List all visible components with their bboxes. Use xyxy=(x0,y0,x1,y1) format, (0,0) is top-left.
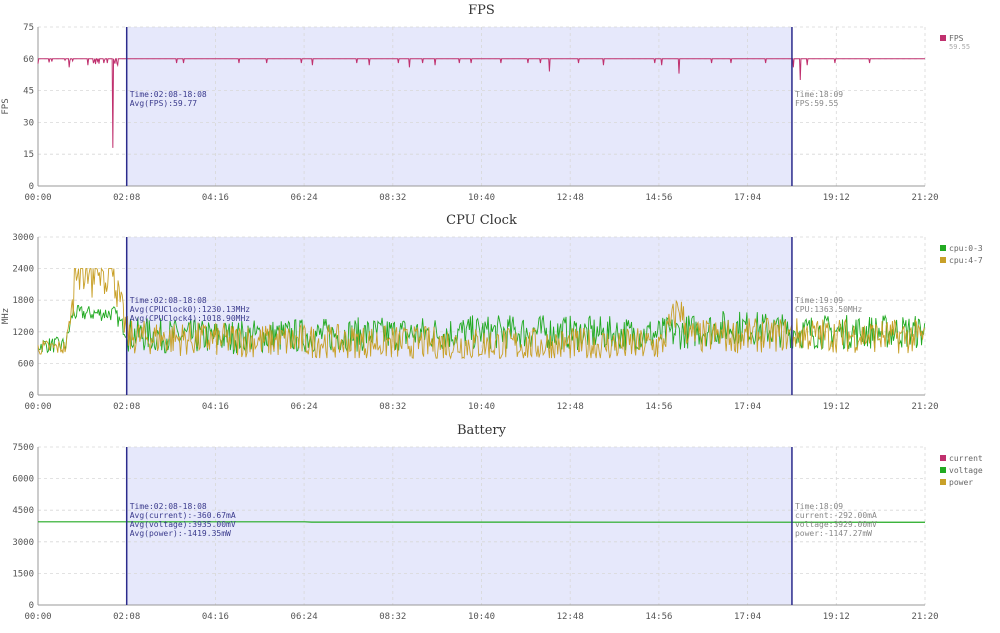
y-tick-label: 60 xyxy=(23,55,34,65)
x-tick-label: 19:12 xyxy=(823,193,850,203)
chart-title: CPU Clock xyxy=(446,213,517,228)
legend-label: cpu:4-7 xyxy=(949,256,983,265)
y-tick-label: 1200 xyxy=(12,328,34,338)
annotation-right-line: power:-1147.27mW xyxy=(795,529,872,538)
annotation-left-line: Avg(voltage):3935.00mV xyxy=(130,520,236,529)
x-tick-label: 04:16 xyxy=(202,612,229,622)
y-tick-label: 75 xyxy=(23,23,34,33)
x-tick-label: 12:48 xyxy=(557,612,584,622)
x-tick-label: 04:16 xyxy=(202,193,229,203)
x-tick-label: 08:32 xyxy=(379,612,406,622)
x-tick-label: 06:24 xyxy=(291,193,318,203)
x-tick-label: 17:04 xyxy=(734,402,761,412)
x-tick-label: 00:00 xyxy=(24,402,51,412)
annotation-left-line: Avg(CPUClock4):1018.90MHz xyxy=(130,314,251,323)
y-tick-label: 0 xyxy=(29,601,34,611)
annotation-right-line: Time:19:09 xyxy=(795,296,843,305)
chart-title: FPS xyxy=(468,3,495,18)
selection-region xyxy=(126,27,792,186)
y-tick-label: 6000 xyxy=(12,475,34,485)
legend-swatch xyxy=(940,467,946,473)
annotation-left-line: Avg(current):-360.67mA xyxy=(130,511,236,520)
legend-swatch xyxy=(940,479,946,485)
x-tick-label: 00:00 xyxy=(24,193,51,203)
y-tick-label: 3000 xyxy=(12,233,34,243)
y-tick-label: 1500 xyxy=(12,569,34,579)
y-tick-label: 2400 xyxy=(12,265,34,275)
x-tick-label: 21:20 xyxy=(911,612,938,622)
annotation-left-line: Avg(FPS):59.77 xyxy=(130,99,198,108)
x-tick-label: 21:20 xyxy=(911,402,938,412)
annotation-left-line: Time:02:08-18:08 xyxy=(130,502,207,511)
x-tick-label: 06:24 xyxy=(291,612,318,622)
x-tick-label: 08:32 xyxy=(379,193,406,203)
legend-label: current xyxy=(949,454,983,463)
x-tick-label: 10:40 xyxy=(468,402,495,412)
chart-battery: Battery 0 1500 3000 4500 6000 7500 00:00 02:08 04… xyxy=(12,423,983,622)
legend-label: FPS xyxy=(949,34,964,43)
y-axis-label: MHz xyxy=(1,308,11,324)
y-tick-label: 30 xyxy=(23,118,34,128)
annotation-left-line: Time:02:08-18:08 xyxy=(130,90,207,99)
annotation-right-line: FPS:59.55 xyxy=(795,99,839,108)
x-tick-label: 17:04 xyxy=(734,612,761,622)
y-tick-label: 45 xyxy=(23,87,34,97)
y-tick-label: 0 xyxy=(29,391,34,401)
annotation-right-line: Time:18:09 xyxy=(795,90,843,99)
chart-title: Battery xyxy=(457,423,507,438)
x-tick-label: 02:08 xyxy=(113,612,140,622)
x-tick-label: 21:20 xyxy=(911,193,938,203)
annotation-right-line: current:-292.00mA xyxy=(795,511,877,520)
x-tick-label: 14:56 xyxy=(645,402,672,412)
annotation-right-line: Time:18:09 xyxy=(795,502,843,511)
x-tick-label: 02:08 xyxy=(113,402,140,412)
x-tick-label: 12:48 xyxy=(557,193,584,203)
annotation-left-line: Avg(power):-1419.35mW xyxy=(130,529,231,538)
x-tick-label: 19:12 xyxy=(823,612,850,622)
charts-canvas: FPS 0 15 30 45 60 75 00:00 02:08 04:16 06:24 08:32 1… xyxy=(1,3,983,622)
y-tick-label: 3000 xyxy=(12,538,34,548)
x-tick-label: 14:56 xyxy=(645,612,672,622)
legend-swatch xyxy=(940,455,946,461)
y-tick-label: 1800 xyxy=(12,296,34,306)
annotation-left-line: Avg(CPUClock0):1230.13MHz xyxy=(130,305,251,314)
x-tick-label: 06:24 xyxy=(291,402,318,412)
annotation-right-line: CPU:1363.50MHz xyxy=(795,305,863,314)
legend-label: cpu:0-3 xyxy=(949,244,983,253)
y-tick-label: 0 xyxy=(29,182,34,192)
chart-fps: FPS 0 15 30 45 60 75 00:00 02:08 04:16 06:24 08:32 1… xyxy=(1,3,970,203)
x-tick-label: 08:32 xyxy=(379,402,406,412)
legend-swatch xyxy=(940,257,946,263)
x-tick-label: 02:08 xyxy=(113,193,140,203)
annotation-right-line: voltage:3929.00mV xyxy=(795,520,877,529)
x-tick-label: 00:00 xyxy=(24,612,51,622)
legend-label: voltage xyxy=(949,466,983,475)
x-tick-label: 19:12 xyxy=(823,402,850,412)
legend-swatch xyxy=(940,245,946,251)
y-tick-label: 15 xyxy=(23,150,34,160)
chart-cpu-clock: CPU Clock 0 600 1200 1800 2400 3000 00:00 02:08 0… xyxy=(1,213,983,412)
x-tick-label: 10:40 xyxy=(468,193,495,203)
legend-sub-value: 59.55 xyxy=(949,43,970,51)
x-tick-label: 17:04 xyxy=(734,193,761,203)
legend-swatch xyxy=(940,35,946,41)
x-tick-label: 14:56 xyxy=(645,193,672,203)
y-tick-label: 7500 xyxy=(12,443,34,453)
y-tick-label: 600 xyxy=(18,359,34,369)
x-tick-label: 04:16 xyxy=(202,402,229,412)
y-axis-label: FPS xyxy=(1,98,11,114)
x-tick-label: 12:48 xyxy=(557,402,584,412)
x-tick-label: 10:40 xyxy=(468,612,495,622)
annotation-left-line: Time:02:08-18:08 xyxy=(130,296,207,305)
legend-label: power xyxy=(949,478,973,487)
y-tick-label: 4500 xyxy=(12,506,34,516)
